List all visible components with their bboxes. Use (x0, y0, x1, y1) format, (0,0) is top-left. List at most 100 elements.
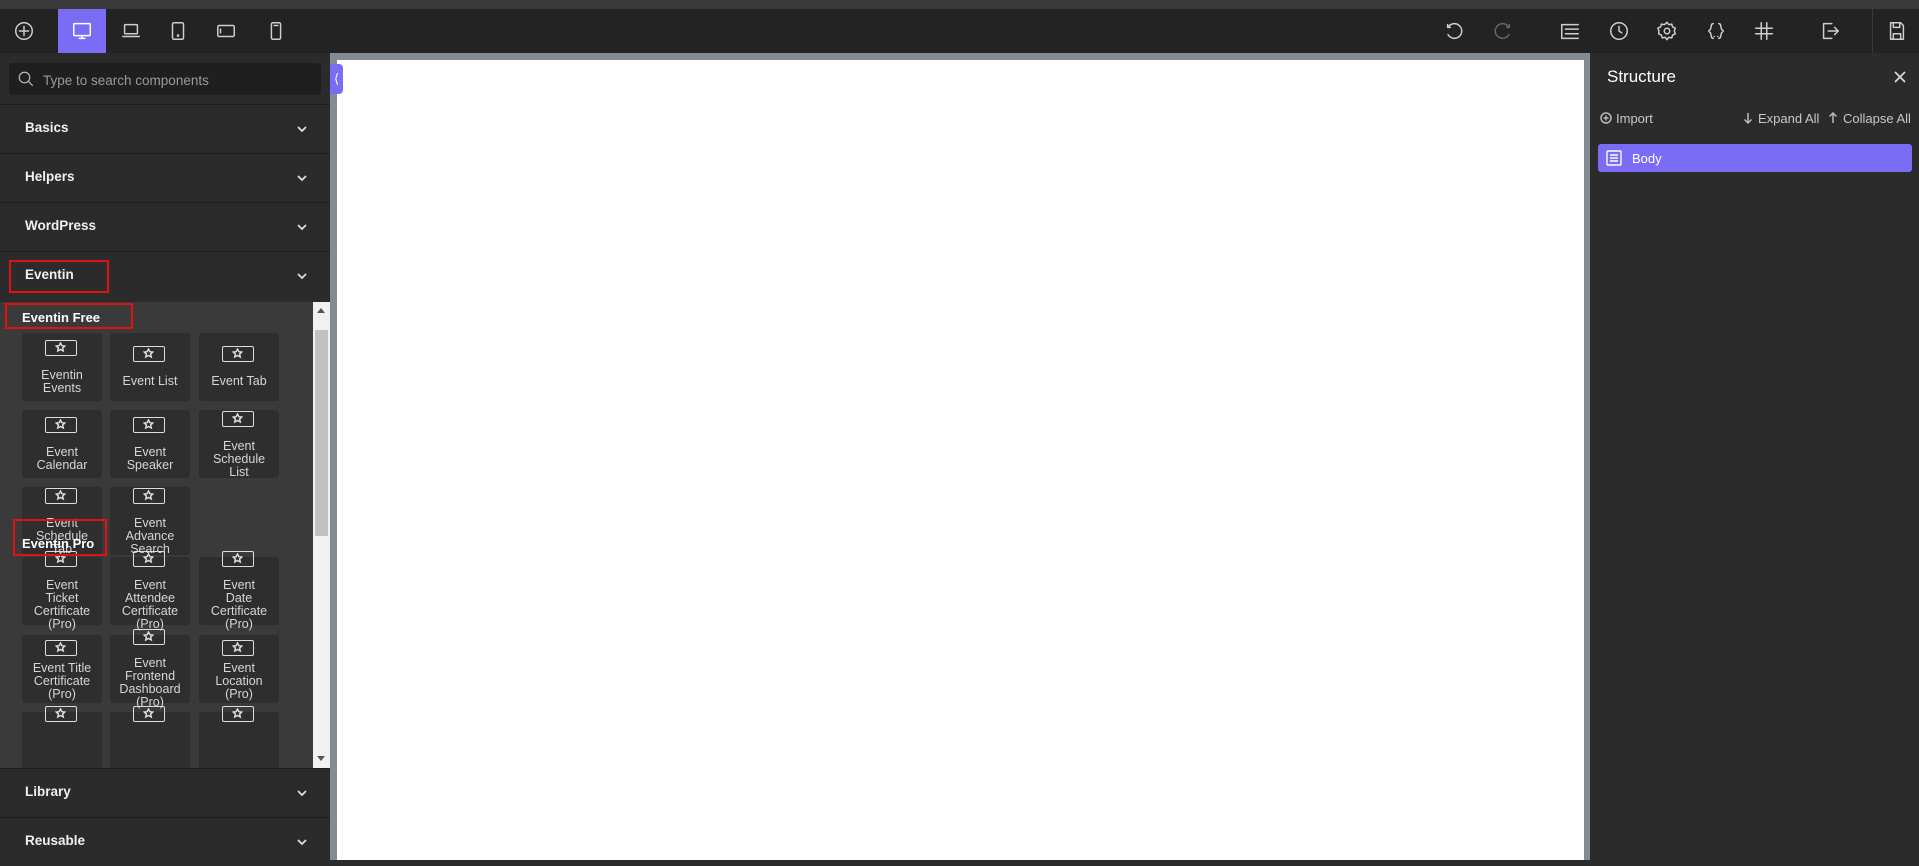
category-label: Library (25, 784, 71, 799)
component-label: Advance (125, 529, 175, 543)
category-library[interactable]: Library (0, 768, 330, 817)
component-label: Event (134, 656, 166, 670)
component-label: Eventin (41, 368, 83, 382)
undo-button[interactable] (1430, 9, 1478, 53)
close-icon (1894, 71, 1906, 83)
component-label: Location (215, 674, 263, 688)
settings-icon (1657, 21, 1677, 41)
page-canvas[interactable] (337, 60, 1584, 860)
settings-button[interactable] (1643, 9, 1691, 53)
scroll-down-arrow[interactable] (317, 756, 325, 761)
component-event-attendee-certificate[interactable]: Event Attendee Certificate (Pro) (110, 551, 190, 631)
exit-button[interactable] (1806, 9, 1854, 53)
category-helpers[interactable]: Helpers (0, 153, 330, 202)
scrollbar-thumb[interactable] (315, 330, 328, 536)
history-button[interactable] (1595, 9, 1643, 53)
highlight-box (9, 260, 109, 293)
code-braces-icon (1707, 22, 1725, 40)
component-label: Event Tab (211, 374, 267, 388)
component-label: Event (223, 578, 255, 592)
structure-panel-icon (1561, 23, 1579, 40)
component-event-location[interactable]: Event Location (Pro) (199, 635, 279, 703)
star-widget-icon (133, 417, 165, 433)
desktop-view-button[interactable] (58, 9, 106, 53)
highlight-box (13, 519, 107, 556)
expand-all-label: Expand All (1758, 111, 1820, 126)
component-label: Event (46, 445, 78, 459)
category-label: Basics (25, 120, 69, 135)
category-wordpress[interactable]: WordPress (0, 202, 330, 251)
structure-panel-button[interactable] (1546, 9, 1594, 53)
laptop-view-button[interactable] (107, 9, 155, 53)
component-label: (Pro) (225, 687, 253, 701)
component-label: Event Title (32, 661, 92, 675)
tablet-landscape-icon (217, 24, 235, 38)
search-icon (18, 71, 34, 87)
chevron-left-icon: ⟨ (333, 71, 340, 86)
grid-button[interactable] (1740, 9, 1788, 53)
star-widget-icon (45, 340, 77, 356)
component-event-date-certificate[interactable]: Event Date Certificate (Pro) (199, 551, 279, 631)
component-label: Calendar (36, 458, 88, 472)
star-widget-icon (133, 551, 165, 567)
component-label: Certificate (33, 604, 91, 618)
tablet-portrait-icon (171, 22, 185, 40)
add-element-button[interactable] (0, 9, 48, 53)
expand-all-button[interactable]: Expand All (1742, 111, 1819, 126)
component-event-frontend-dashboard[interactable]: Event Frontend Dashboard (Pro) (110, 629, 190, 709)
import-label: Import (1616, 111, 1653, 126)
search-input[interactable] (41, 63, 315, 97)
star-widget-icon (45, 640, 77, 656)
structure-item-body[interactable]: Body (1598, 144, 1912, 172)
component-event-list[interactable]: Event List (110, 333, 190, 401)
collapse-all-button[interactable]: Collapse All (1827, 111, 1911, 126)
component-event-title-certificate[interactable]: Event Title Certificate (Pro) (22, 635, 102, 703)
chevron-down-icon (297, 224, 307, 231)
star-widget-icon (222, 411, 254, 427)
star-widget-icon (45, 706, 77, 722)
chevron-down-icon (297, 126, 307, 133)
custom-code-button[interactable] (1692, 9, 1740, 53)
close-structure-button[interactable] (1893, 70, 1907, 84)
category-basics[interactable]: Basics (0, 104, 330, 153)
mobile-view-button[interactable] (252, 9, 300, 53)
star-widget-icon (45, 488, 77, 504)
component-label: Event (134, 516, 166, 530)
tablet-landscape-view-button[interactable] (202, 9, 250, 53)
category-label: WordPress (25, 218, 97, 233)
star-widget-icon (222, 640, 254, 656)
component-event-ticket-certificate[interactable]: Event Ticket Certificate (Pro) (22, 551, 102, 631)
component-event-schedule-list[interactable]: Event Schedule List (199, 410, 279, 479)
scroll-up-arrow[interactable] (317, 308, 325, 313)
component-label: Event (223, 439, 255, 453)
component-label: Dashboard (119, 682, 181, 696)
components-scrollbar[interactable] (313, 302, 330, 768)
redo-button[interactable] (1479, 9, 1527, 53)
component-event-tab[interactable]: Event Tab (199, 333, 279, 401)
component-event-calendar[interactable]: Event Calendar (22, 410, 102, 478)
history-icon (1610, 22, 1628, 40)
component-partial[interactable] (199, 706, 279, 768)
component-event-advance-search[interactable]: Event Advance Search (110, 487, 190, 556)
component-partial[interactable] (22, 706, 102, 768)
save-icon (1889, 22, 1905, 40)
import-button[interactable]: Import (1600, 111, 1653, 126)
star-widget-icon (133, 629, 165, 645)
category-reusable[interactable]: Reusable (0, 817, 330, 866)
component-label: Event List (122, 374, 178, 388)
laptop-icon (122, 23, 140, 38)
tablet-portrait-view-button[interactable] (154, 9, 202, 53)
eventin-components-list[interactable]: Eventin Free Eventin Events Event List Ev… (0, 302, 330, 768)
chevron-down-icon (297, 790, 307, 797)
collapse-panel-toggle[interactable]: ⟨ (330, 64, 343, 94)
component-eventin-events[interactable]: Eventin Events (22, 333, 102, 401)
component-event-speaker[interactable]: Event Speaker (110, 410, 190, 478)
component-partial[interactable] (110, 706, 190, 768)
star-widget-icon (133, 488, 165, 504)
component-label: Certificate (210, 604, 268, 618)
save-button[interactable] (1872, 9, 1919, 53)
structure-panel: Structure Import Expand All Collapse All… (1590, 53, 1919, 860)
component-label: (Pro) (48, 687, 76, 701)
chevron-down-icon (297, 175, 307, 182)
component-label: Attendee (124, 591, 176, 605)
